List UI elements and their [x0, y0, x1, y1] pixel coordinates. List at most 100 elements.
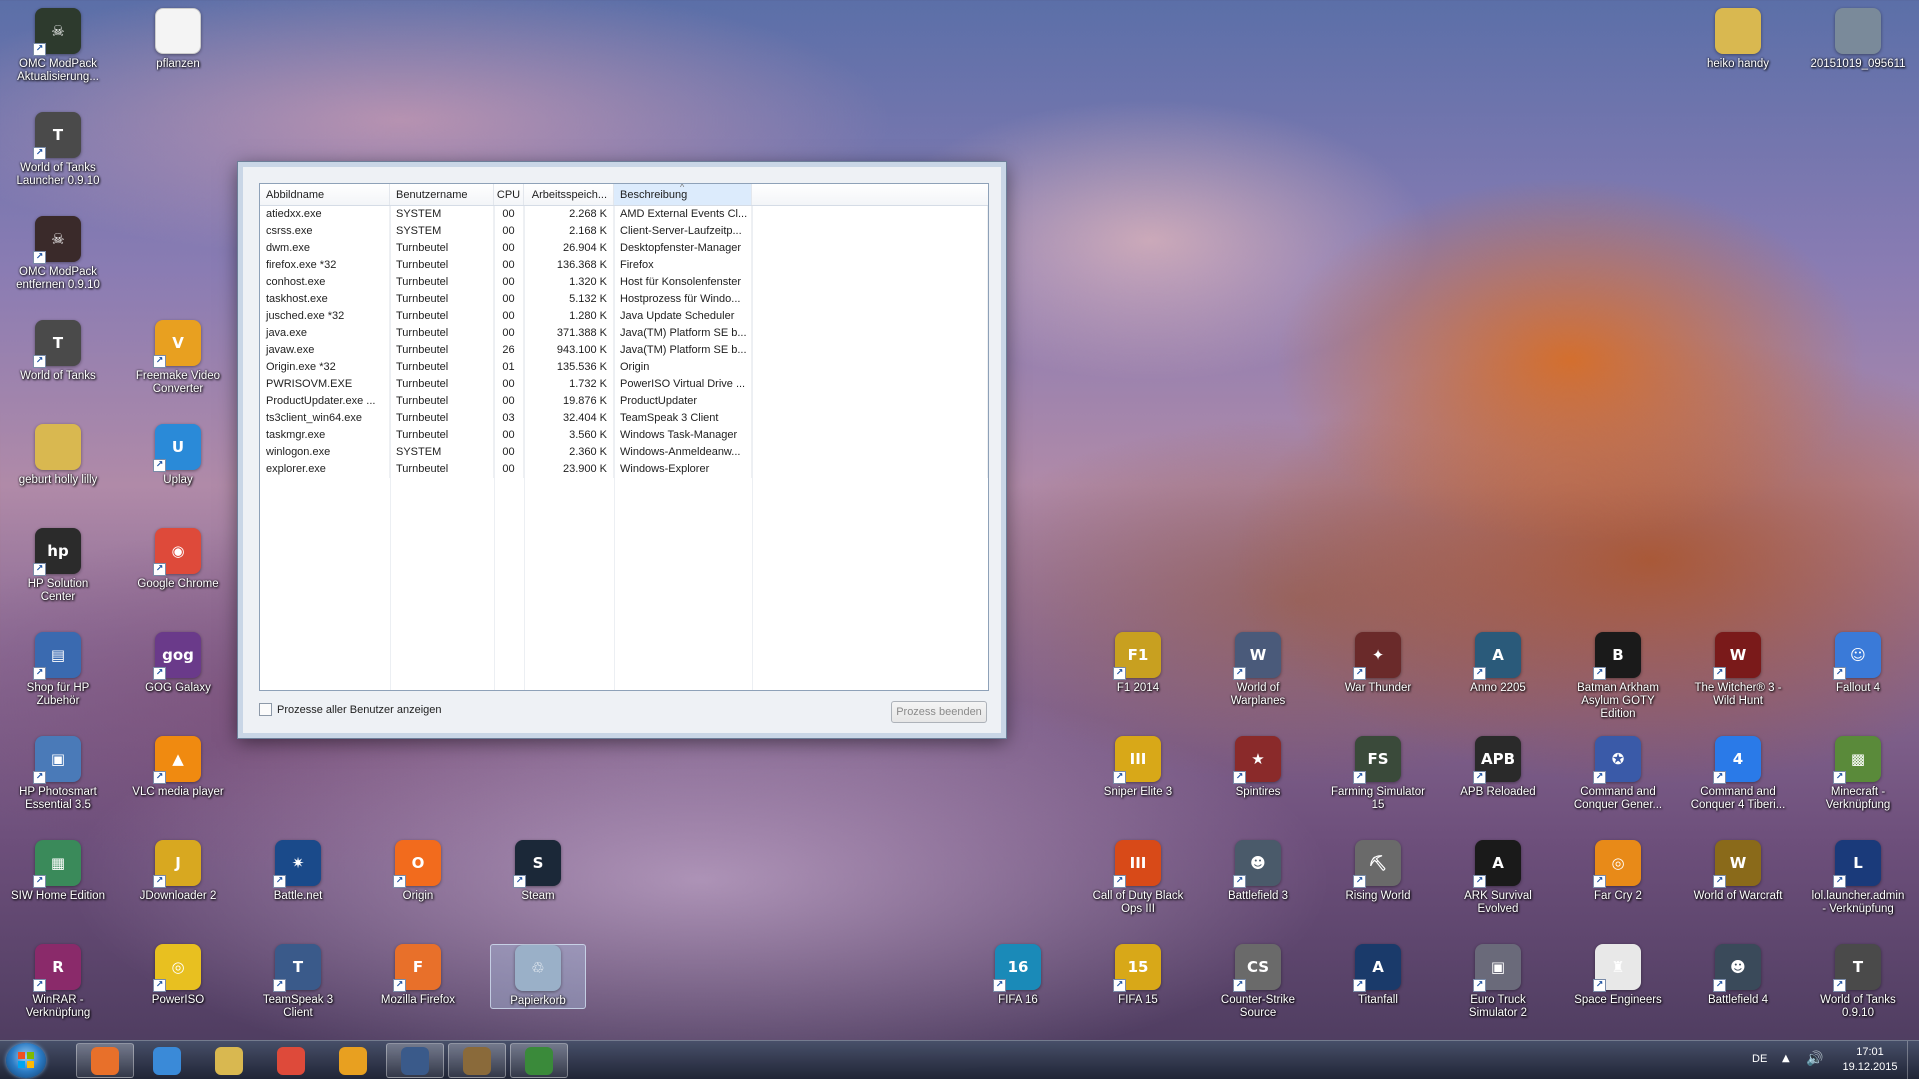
- checkbox-box[interactable]: [259, 703, 272, 716]
- desktop-icon[interactable]: W ↗ World of Warplanes: [1210, 632, 1306, 708]
- process-row[interactable]: ts3client_win64.exe Turnbeutel 03 32.404 KT…: [260, 410, 988, 427]
- desktop-icon[interactable]: W ↗ World of Warcraft: [1690, 840, 1786, 903]
- show-desktop-button[interactable]: [1907, 1041, 1919, 1079]
- clock[interactable]: 17:01 19.12.2015: [1830, 1045, 1910, 1075]
- desktop-icon[interactable]: geburt holly lilly: [10, 424, 106, 487]
- desktop-icon[interactable]: A ↗ Titanfall: [1330, 944, 1426, 1007]
- process-row[interactable]: java.exe Turnbeutel 00 371.388 K Java(TM) Pl…: [260, 325, 988, 342]
- desktop-icon[interactable]: S ↗ Steam: [490, 840, 586, 903]
- desktop-icon[interactable]: ☺ ↗ Fallout 4: [1810, 632, 1906, 695]
- desktop-icon[interactable]: T ↗ World of Tanks: [10, 320, 106, 383]
- desktop-icon[interactable]: ▣ ↗ Euro Truck Simulator 2: [1450, 944, 1546, 1020]
- desktop-icon[interactable]: ◎ ↗ PowerISO: [130, 944, 226, 1007]
- desktop-icon[interactable]: ☻ ↗ Battlefield 3: [1210, 840, 1306, 903]
- desktop-icon[interactable]: FS ↗ Farming Simulator 15: [1330, 736, 1426, 812]
- desktop-icon[interactable]: ⛏ ↗ Rising World: [1330, 840, 1426, 903]
- desktop-icon[interactable]: T ↗ World of Tanks 0.9.10: [1810, 944, 1906, 1020]
- desktop-icon[interactable]: ☻ ↗ Battlefield 4: [1690, 944, 1786, 1007]
- desktop-icon[interactable]: ☠ ↗ OMC ModPack entfernen 0.9.10: [10, 216, 106, 292]
- desktop-icon[interactable]: 15 ↗ FIFA 15: [1090, 944, 1186, 1007]
- tray-expand-icon[interactable]: ▲: [1782, 1053, 1790, 1064]
- process-row[interactable]: csrss.exe SYSTEM 00 2.168 K Client-Server-La…: [260, 223, 988, 240]
- desktop-icon[interactable]: ◉ ↗ Google Chrome: [130, 528, 226, 591]
- desktop-icon[interactable]: ▦ ↗ SIW Home Edition: [10, 840, 106, 903]
- desktop-icon[interactable]: 20151019_095611: [1810, 8, 1906, 71]
- column-header-cpu[interactable]: CPU: [494, 184, 524, 205]
- process-name-cell: ts3client_win64.exe: [260, 410, 390, 427]
- process-row[interactable]: winlogon.exe SYSTEM 00 2.360 K Windows-Anmel…: [260, 444, 988, 461]
- desktop-icon[interactable]: 4 ↗ Command and Conquer 4 Tiberi...: [1690, 736, 1786, 812]
- process-row[interactable]: conhost.exe Turnbeutel 00 1.320 K Host für K…: [260, 274, 988, 291]
- start-button[interactable]: [6, 1043, 46, 1078]
- desktop-icon[interactable]: ▲ ↗ VLC media player: [130, 736, 226, 799]
- process-cpu-cell: 00: [494, 291, 524, 308]
- desktop-icon-label: 20151019_095611: [1810, 58, 1906, 70]
- desktop-icon[interactable]: pflanzen: [130, 8, 226, 71]
- desktop-icon[interactable]: ▤ ↗ Shop für HP Zubehör: [10, 632, 106, 708]
- desktop-icon[interactable]: III ↗ Call of Duty Black Ops III: [1090, 840, 1186, 916]
- desktop-icon[interactable]: L ↗ lol.launcher.admin - Verknüpfung: [1810, 840, 1906, 916]
- desktop-icon[interactable]: T ↗ TeamSpeak 3 Client: [250, 944, 346, 1020]
- desktop-icon[interactable]: ☠ ↗ OMC ModPack Aktualisierung...: [10, 8, 106, 84]
- shortcut-arrow-icon: ↗: [1473, 875, 1486, 888]
- desktop-icon[interactable]: O ↗ Origin: [370, 840, 466, 903]
- desktop-icon[interactable]: A ↗ Anno 2205: [1450, 632, 1546, 695]
- process-row[interactable]: firefox.exe *32 Turnbeutel 00 136.368 K Fire…: [260, 257, 988, 274]
- desktop-icon[interactable]: III ↗ Sniper Elite 3: [1090, 736, 1186, 799]
- process-row[interactable]: jusched.exe *32 Turnbeutel 00 1.280 K Java U…: [260, 308, 988, 325]
- language-indicator[interactable]: DE: [1752, 1053, 1767, 1065]
- volume-icon[interactable]: 🔊: [1806, 1051, 1823, 1067]
- process-list[interactable]: Abbildname Benutzername CPU Arbeitsspeic…: [259, 183, 989, 691]
- process-row[interactable]: PWRISOVM.EXE Turnbeutel 00 1.732 K PowerISO …: [260, 376, 988, 393]
- column-header-name[interactable]: Abbildname: [260, 184, 390, 205]
- desktop-icon[interactable]: F ↗ Mozilla Firefox: [370, 944, 466, 1007]
- desktop-icon[interactable]: hp ↗ HP Solution Center: [10, 528, 106, 604]
- desktop-icon[interactable]: heiko handy: [1690, 8, 1786, 71]
- process-row[interactable]: ProductUpdater.exe ... Turnbeutel 00 19.876…: [260, 393, 988, 410]
- media-player-taskbar-button[interactable]: [324, 1043, 382, 1078]
- process-row[interactable]: Origin.exe *32 Turnbeutel 01 135.536 K Origi…: [260, 359, 988, 376]
- show-all-processes-checkbox[interactable]: Prozesse aller Benutzer anzeigen: [259, 703, 441, 716]
- desktop-icon[interactable]: ★ ↗ Spintires: [1210, 736, 1306, 799]
- desktop-icon[interactable]: U ↗ Uplay: [130, 424, 226, 487]
- desktop-icon-label: F1 2014: [1116, 682, 1160, 694]
- desktop-icon[interactable]: ✪ ↗ Command and Conquer Gener...: [1570, 736, 1666, 812]
- desktop-icon[interactable]: J ↗ JDownloader 2: [130, 840, 226, 903]
- process-row[interactable]: explorer.exe Turnbeutel 00 23.900 K Windows-…: [260, 461, 988, 478]
- desktop-icon[interactable]: ▣ ↗ HP Photosmart Essential 3.5: [10, 736, 106, 812]
- desktop-icon[interactable]: F1 ↗ F1 2014: [1090, 632, 1186, 695]
- desktop-icon[interactable]: ◎ ↗ Far Cry 2: [1570, 840, 1666, 903]
- desktop-icon[interactable]: V ↗ Freemake Video Converter: [130, 320, 226, 396]
- desktop-icon[interactable]: 16 ↗ FIFA 16: [970, 944, 1066, 1007]
- desktop-icon[interactable]: ♲ Papierkorb: [490, 944, 586, 1009]
- desktop-icon[interactable]: CS ↗ Counter-Strike Source: [1210, 944, 1306, 1020]
- desktop-icon[interactable]: gog ↗ GOG Galaxy: [130, 632, 226, 695]
- desktop-icon[interactable]: B ↗ Batman Arkham Asylum GOTY Edition: [1570, 632, 1666, 721]
- explorer-taskbar-button[interactable]: [200, 1043, 258, 1078]
- process-row[interactable]: javaw.exe Turnbeutel 26 943.100 K Java(TM) P…: [260, 342, 988, 359]
- process-row[interactable]: atiedxx.exe SYSTEM 00 2.268 K AMD External E…: [260, 206, 988, 223]
- desktop-icon[interactable]: W ↗ The Witcher® 3 - Wild Hunt: [1690, 632, 1786, 708]
- chrome-taskbar-button[interactable]: [262, 1043, 320, 1078]
- process-row[interactable]: taskhost.exe Turnbeutel 00 5.132 K Hostproze…: [260, 291, 988, 308]
- process-cpu-cell: 00: [494, 308, 524, 325]
- firefox-taskbar-button[interactable]: [76, 1043, 134, 1078]
- desktop-icon[interactable]: ♜ ↗ Space Engineers: [1570, 944, 1666, 1007]
- end-process-button[interactable]: Prozess beenden: [891, 701, 987, 723]
- desktop-icon[interactable]: T ↗ World of Tanks Launcher 0.9.10: [10, 112, 106, 188]
- desktop-icon[interactable]: APB ↗ APB Reloaded: [1450, 736, 1546, 799]
- minecraft-taskbar-button[interactable]: [448, 1043, 506, 1078]
- process-row[interactable]: taskmgr.exe Turnbeutel 00 3.560 K Windows Ta…: [260, 427, 988, 444]
- desktop-icon[interactable]: A ↗ ARK Survival Evolved: [1450, 840, 1546, 916]
- desktop-icon[interactable]: ▩ ↗ Minecraft - Verknüpfung: [1810, 736, 1906, 812]
- internet-explorer-taskbar-button[interactable]: [138, 1043, 196, 1078]
- column-header-user[interactable]: Benutzername: [390, 184, 494, 205]
- desktop-icon[interactable]: ✷ ↗ Battle.net: [250, 840, 346, 903]
- column-header-description[interactable]: Beschreibung: [614, 184, 752, 205]
- desktop-icon[interactable]: R ↗ WinRAR - Verknüpfung: [10, 944, 106, 1020]
- desktop-icon[interactable]: ✦ ↗ War Thunder: [1330, 632, 1426, 695]
- process-row[interactable]: dwm.exe Turnbeutel 00 26.904 K Desktopfenste…: [260, 240, 988, 257]
- task-manager-taskbar-button[interactable]: [510, 1043, 568, 1078]
- teamspeak-taskbar-button[interactable]: [386, 1043, 444, 1078]
- column-header-memory[interactable]: Arbeitsspeich...: [524, 184, 614, 205]
